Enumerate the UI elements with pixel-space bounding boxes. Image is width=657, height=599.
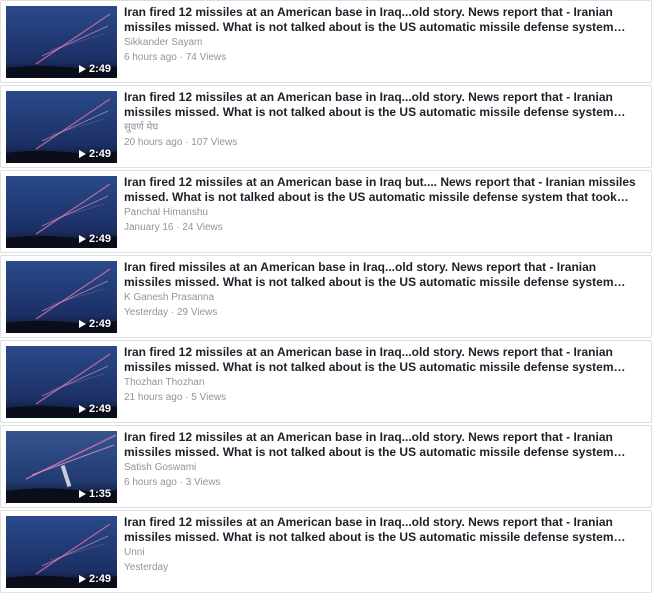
duration-badge: 2:49 [78,573,111,585]
video-stats: January 16 · 24 Views [124,222,223,233]
play-icon [78,150,86,158]
video-thumbnail[interactable]: 2:49 [6,176,117,248]
video-thumbnail[interactable]: 2:49 [6,516,117,588]
duration-text: 2:49 [88,148,111,160]
video-meta: Iran fired 12 missiles at an American ba… [124,175,643,234]
play-icon [78,235,86,243]
duration-badge: 1:35 [78,488,111,500]
video-title[interactable]: Iran fired 12 missiles at an American ba… [124,5,643,34]
play-icon [78,490,86,498]
duration-text: 1:35 [88,488,111,500]
duration-text: 2:49 [88,63,111,75]
video-author[interactable]: Panchal Himanshu [124,207,643,219]
video-meta: Iran fired 12 missiles at an American ba… [124,90,643,149]
video-title[interactable]: Iran fired 12 missiles at an American ba… [124,430,643,459]
video-title[interactable]: Iran fired 12 missiles at an American ba… [124,515,643,544]
video-item[interactable]: 2:49 Iran fired 12 missiles at an Americ… [0,510,652,593]
video-list: 2:49 Iran fired 12 missiles at an Americ… [0,0,657,599]
video-stats: Yesterday [124,562,169,573]
video-title[interactable]: Iran fired 12 missiles at an American ba… [124,175,643,204]
play-icon [78,65,86,73]
video-meta: Iran fired 12 missiles at an American ba… [124,430,643,489]
video-stats: 6 hours ago · 3 Views [124,477,221,488]
play-icon [78,575,86,583]
video-item[interactable]: 2:49 Iran fired 12 missiles at an Americ… [0,0,652,83]
duration-text: 2:49 [88,233,111,245]
video-meta: Iran fired 12 missiles at an American ba… [124,515,643,574]
duration-text: 2:49 [88,573,111,585]
video-author[interactable]: K Ganesh Prasanna [124,292,643,304]
video-author[interactable]: Unni [124,547,643,559]
play-icon [78,405,86,413]
video-meta: Iran fired missiles at an American base … [124,260,643,319]
video-thumbnail[interactable]: 2:49 [6,346,117,418]
video-thumbnail[interactable]: 2:49 [6,261,117,333]
video-meta: Iran fired 12 missiles at an American ba… [124,5,643,64]
video-item[interactable]: 2:49 Iran fired 12 missiles at an Americ… [0,170,652,253]
video-stats: 6 hours ago · 74 Views [124,52,227,63]
video-meta: Iran fired 12 missiles at an American ba… [124,345,643,404]
video-item[interactable]: 2:49 Iran fired 12 missiles at an Americ… [0,340,652,423]
duration-badge: 2:49 [78,318,111,330]
video-thumbnail[interactable]: 1:35 [6,431,117,503]
duration-text: 2:49 [88,318,111,330]
video-stats: Yesterday · 29 Views [124,307,218,318]
video-thumbnail[interactable]: 2:49 [6,91,117,163]
video-author[interactable]: सुवर्ण मेघ [124,122,643,134]
duration-text: 2:49 [88,403,111,415]
video-item[interactable]: 2:49 Iran fired 12 missiles at an Americ… [0,85,652,168]
video-author[interactable]: Satish Goswami [124,462,643,474]
video-stats: 21 hours ago · 5 Views [124,392,227,403]
video-thumbnail[interactable]: 2:49 [6,6,117,78]
video-author[interactable]: Thozhan Thozhan [124,377,643,389]
duration-badge: 2:49 [78,403,111,415]
video-title[interactable]: Iran fired missiles at an American base … [124,260,643,289]
video-title[interactable]: Iran fired 12 missiles at an American ba… [124,90,643,119]
video-item[interactable]: 1:35 Iran fired 12 missiles at an Americ… [0,425,652,508]
duration-badge: 2:49 [78,148,111,160]
video-author[interactable]: Sikkander Sayam [124,37,643,49]
video-item[interactable]: 2:49 Iran fired missiles at an American … [0,255,652,338]
duration-badge: 2:49 [78,233,111,245]
video-stats: 20 hours ago · 107 Views [124,137,238,148]
video-title[interactable]: Iran fired 12 missiles at an American ba… [124,345,643,374]
duration-badge: 2:49 [78,63,111,75]
play-icon [78,320,86,328]
